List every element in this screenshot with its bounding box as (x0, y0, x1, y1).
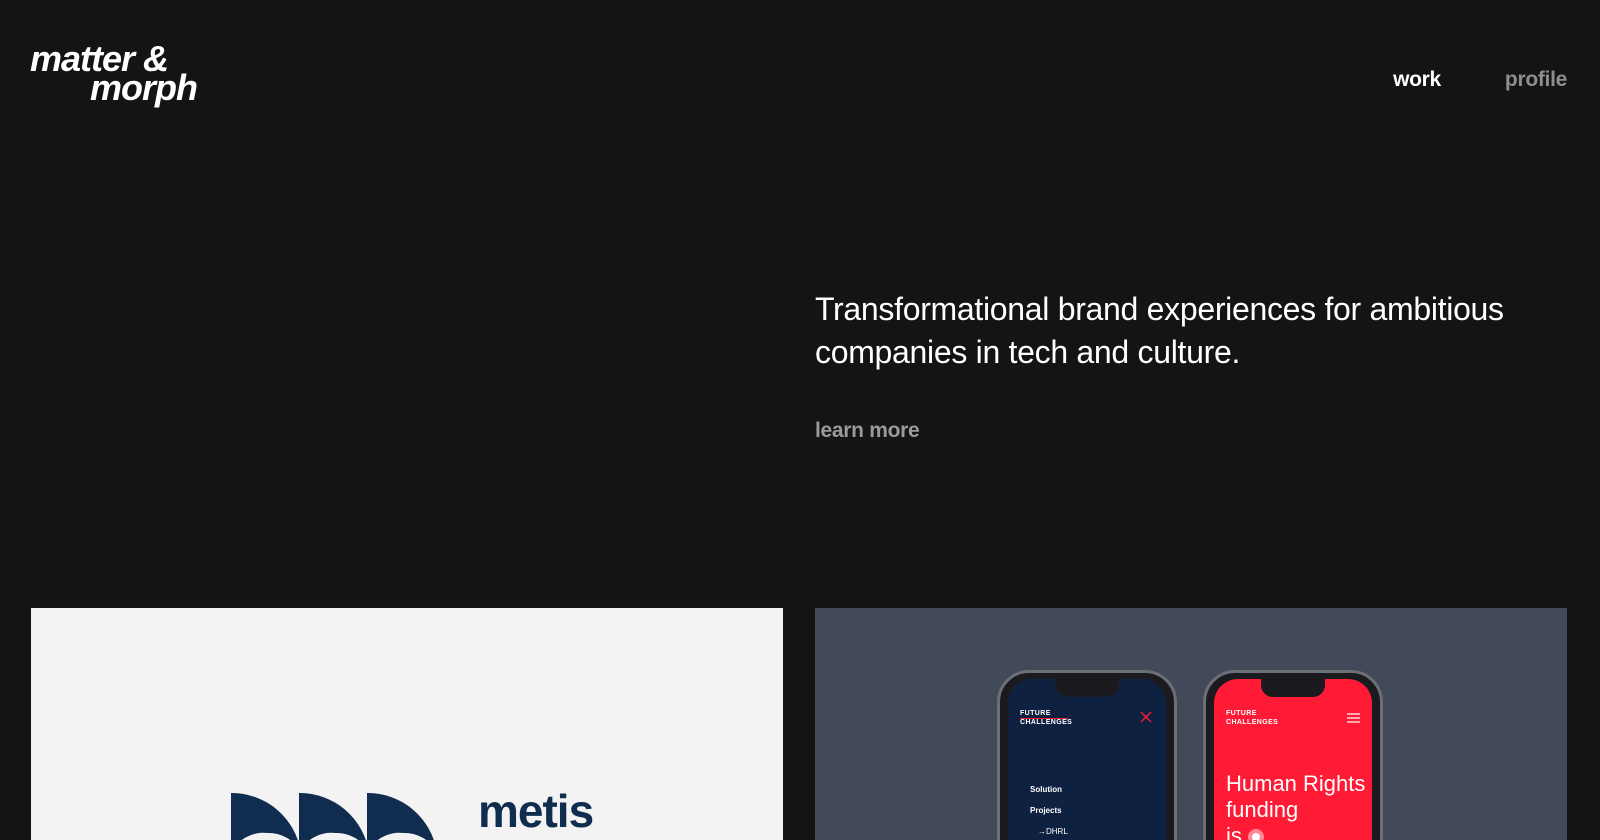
brand-line-1: FUTURE (1226, 710, 1257, 717)
phone-screen-red: FUTURE CHALLENGES Human Rights funding i… (1214, 679, 1372, 840)
logo[interactable]: matter & morph (30, 41, 198, 106)
brand-line-2: CHALLENGES (1226, 719, 1279, 726)
phone-menu-list: Solution Projects →DHRL (1030, 779, 1068, 840)
brand-line-2: CHALLENGES (1020, 719, 1073, 726)
hero: Transformational brand experiences for a… (815, 288, 1575, 443)
close-icon (1140, 711, 1152, 723)
nav-profile-link[interactable]: profile (1505, 68, 1567, 92)
nav-work-link[interactable]: work (1393, 68, 1441, 92)
project-card-metis[interactable]: metis (31, 608, 783, 840)
headline-line-3: is (1226, 823, 1242, 840)
phone-menu-item: →DHRL (1038, 827, 1068, 836)
phone-menu-item: Projects (1030, 806, 1062, 815)
headline-line-1: Human Rights (1226, 771, 1366, 796)
phone-brand-label: FUTURE CHALLENGES (1226, 709, 1278, 727)
phone-notch (1261, 679, 1325, 697)
learn-more-link[interactable]: learn more (815, 419, 920, 443)
main-nav: work profile (1393, 68, 1567, 92)
phone-brand-label: FUTURE CHALLENGES (1020, 709, 1072, 727)
hamburger-menu-icon (1347, 713, 1360, 723)
project-card-future-challenges[interactable]: FUTURE CHALLENGES Solution Projects →DHR… (815, 608, 1567, 840)
phone-mockup-menu: FUTURE CHALLENGES Solution Projects →DHR… (997, 670, 1177, 840)
headline-line-3-wrap: is (1226, 823, 1365, 840)
metis-wordmark: metis (478, 785, 594, 837)
hero-tagline: Transformational brand experiences for a… (815, 291, 1504, 370)
metis-logo-mark-icon (231, 793, 434, 840)
record-dot-icon (1247, 829, 1264, 840)
phone-screen-navy: FUTURE CHALLENGES Solution Projects →DHR… (1008, 679, 1166, 840)
phone-mockup-headline: FUTURE CHALLENGES Human Rights funding i… (1203, 670, 1383, 840)
phone-menu-item: Solution (1030, 785, 1062, 794)
brand-line-1: FUTURE (1020, 710, 1051, 717)
phone-notch (1055, 679, 1119, 697)
phone-headline: Human Rights funding is (1226, 771, 1365, 840)
headline-line-2: funding (1226, 797, 1299, 822)
